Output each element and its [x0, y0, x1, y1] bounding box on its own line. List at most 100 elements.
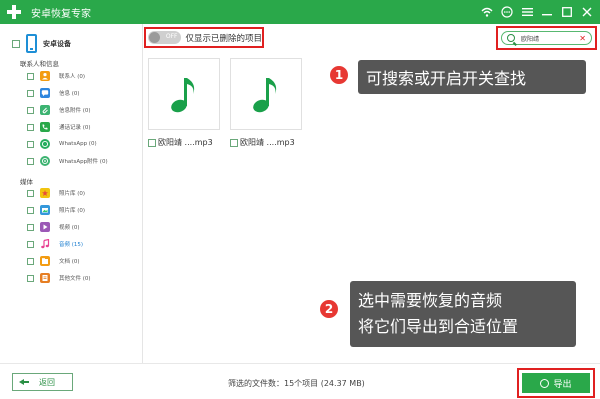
sidebar-item-label: 音频 (15): [59, 242, 84, 248]
filter-status: 筛选的文件数：15个项目 (24.37 MB): [228, 379, 365, 388]
back-arrow-icon: [19, 377, 29, 387]
documents-icon: [40, 256, 50, 266]
file-thumbnail[interactable]: [230, 58, 302, 130]
callout-2: 选中需要恢复的音频 将它们导出到合适位置: [350, 281, 576, 347]
sidebar-item-message-attachments[interactable]: 信息附件 (0): [27, 104, 91, 116]
window-title: 安卓恢复专家: [31, 8, 91, 20]
item-checkbox[interactable]: [27, 123, 34, 131]
sidebar-item-label: 信息 (0): [59, 91, 80, 97]
contacts-icon: [40, 71, 50, 81]
file-name: 欧阳靖 ....mp3: [240, 138, 295, 147]
toggle-knob: [149, 32, 160, 43]
video-icon: [40, 222, 50, 232]
sidebar-item-label: 信息附件 (0): [59, 108, 91, 114]
export-highlight: 导出: [517, 368, 595, 398]
sidebar-item-documents[interactable]: 文档 (0): [27, 255, 80, 267]
search-icon: [507, 34, 515, 42]
file-name: 欧阳靖 ....mp3: [158, 138, 213, 147]
sidebar: 安卓设备 联系人和信息 联系人 (0) 信息 (0) 信息附件 (0) 通话记录…: [0, 24, 143, 363]
file-item-caption[interactable]: 欧阳靖 ....mp3: [148, 137, 213, 148]
callout-text: 可搜索或开启开关查找: [366, 69, 527, 88]
sidebar-item-label: 联系人 (0): [59, 74, 86, 80]
whatsapp-attachment-icon: [40, 156, 50, 166]
callout-badge-2: 2: [318, 298, 340, 320]
search-highlight: ✕: [496, 26, 597, 50]
chat-icon[interactable]: [500, 5, 514, 19]
sidebar-item-label: 视频 (0): [59, 225, 80, 231]
item-checkbox[interactable]: [27, 223, 34, 231]
item-checkbox[interactable]: [27, 257, 34, 265]
search-field[interactable]: ✕: [501, 31, 592, 45]
music-note-icon: [171, 78, 195, 113]
device-row[interactable]: 安卓设备: [12, 34, 71, 53]
file-thumbnail[interactable]: [148, 58, 220, 130]
file-checkbox[interactable]: [230, 138, 238, 147]
audio-icon: [40, 239, 50, 249]
sidebar-item-label: WhatsApp (0): [59, 141, 97, 147]
sidebar-item-other-files[interactable]: 其他文件 (0): [27, 272, 91, 284]
back-button[interactable]: 返回: [12, 373, 73, 391]
callout-text: 选中需要恢复的音频: [358, 291, 503, 310]
other-files-icon: [40, 273, 50, 283]
sidebar-item-label: 通话记录 (0): [59, 125, 91, 131]
window-controls: [480, 5, 594, 19]
wifi-icon[interactable]: [480, 5, 494, 19]
device-label: 安卓设备: [43, 39, 71, 48]
call-log-icon: [40, 122, 50, 132]
file-checkbox[interactable]: [148, 138, 156, 147]
item-checkbox[interactable]: [27, 72, 34, 80]
item-checkbox[interactable]: [27, 140, 34, 148]
sidebar-item-label: 照片库 (0): [59, 208, 86, 214]
sidebar-item-video[interactable]: 视频 (0): [27, 221, 80, 233]
message-attachment-icon: [40, 105, 50, 115]
sidebar-item-audio[interactable]: 音频 (15): [27, 238, 83, 250]
file-item-caption[interactable]: 欧阳靖 ....mp3: [230, 137, 295, 148]
deleted-only-toggle-row: OFF 仅显示已删除的项目: [144, 27, 264, 48]
back-label: 返回: [39, 377, 55, 387]
photo-library-icon: [40, 188, 50, 198]
item-checkbox[interactable]: [27, 106, 34, 114]
deleted-only-toggle[interactable]: OFF: [148, 31, 182, 44]
app-logo-icon: [7, 5, 21, 19]
sidebar-item-messages[interactable]: 信息 (0): [27, 87, 80, 99]
item-checkbox[interactable]: [27, 157, 34, 165]
phone-icon: [26, 34, 37, 53]
photo-stream-icon: [40, 205, 50, 215]
clear-search-icon[interactable]: ✕: [579, 34, 586, 43]
item-checkbox[interactable]: [27, 89, 34, 97]
sidebar-item-contacts[interactable]: 联系人 (0): [27, 70, 85, 82]
export-label: 导出: [553, 379, 572, 390]
footer: 返回 筛选的文件数：15个项目 (24.37 MB) 导出: [0, 363, 600, 399]
maximize-icon[interactable]: [560, 5, 574, 19]
toggle-label: 仅显示已删除的项目: [185, 33, 262, 44]
minimize-icon[interactable]: [540, 5, 554, 19]
item-checkbox[interactable]: [27, 274, 34, 282]
sidebar-item-photo-library[interactable]: 照片库 (0): [27, 187, 85, 199]
item-checkbox[interactable]: [27, 240, 34, 248]
sidebar-item-label: 照片库 (0): [59, 191, 86, 197]
export-icon: [540, 378, 550, 388]
sidebar-item-call-log[interactable]: 通话记录 (0): [27, 121, 91, 133]
sidebar-item-label: WhatsApp附件 (0): [59, 159, 108, 165]
sidebar-item-whatsapp[interactable]: WhatsApp (0): [27, 138, 97, 150]
sidebar-item-photo-stream[interactable]: 照片库 (0): [27, 204, 85, 216]
group-title-media: 媒体: [20, 178, 33, 186]
item-checkbox[interactable]: [27, 189, 34, 197]
export-button[interactable]: 导出: [522, 373, 590, 393]
messages-icon: [40, 88, 50, 98]
device-checkbox[interactable]: [12, 39, 20, 48]
callout-text: 将它们导出到合适位置: [358, 317, 519, 336]
toggle-state: OFF: [165, 33, 178, 40]
toolbar: OFF 仅显示已删除的项目 ✕: [144, 24, 600, 52]
menu-icon[interactable]: [520, 5, 534, 19]
sidebar-item-label: 其他文件 (0): [59, 276, 91, 282]
item-checkbox[interactable]: [27, 206, 34, 214]
sidebar-item-whatsapp-attachments[interactable]: WhatsApp附件 (0): [27, 155, 108, 167]
search-input[interactable]: [521, 34, 571, 42]
sidebar-item-label: 文档 (0): [59, 259, 80, 265]
whatsapp-icon: [40, 139, 50, 149]
callout-badge-1: 1: [328, 64, 350, 86]
group-title-contacts: 联系人和信息: [20, 60, 59, 68]
close-icon[interactable]: [580, 5, 594, 19]
title-bar: 安卓恢复专家: [0, 0, 600, 24]
